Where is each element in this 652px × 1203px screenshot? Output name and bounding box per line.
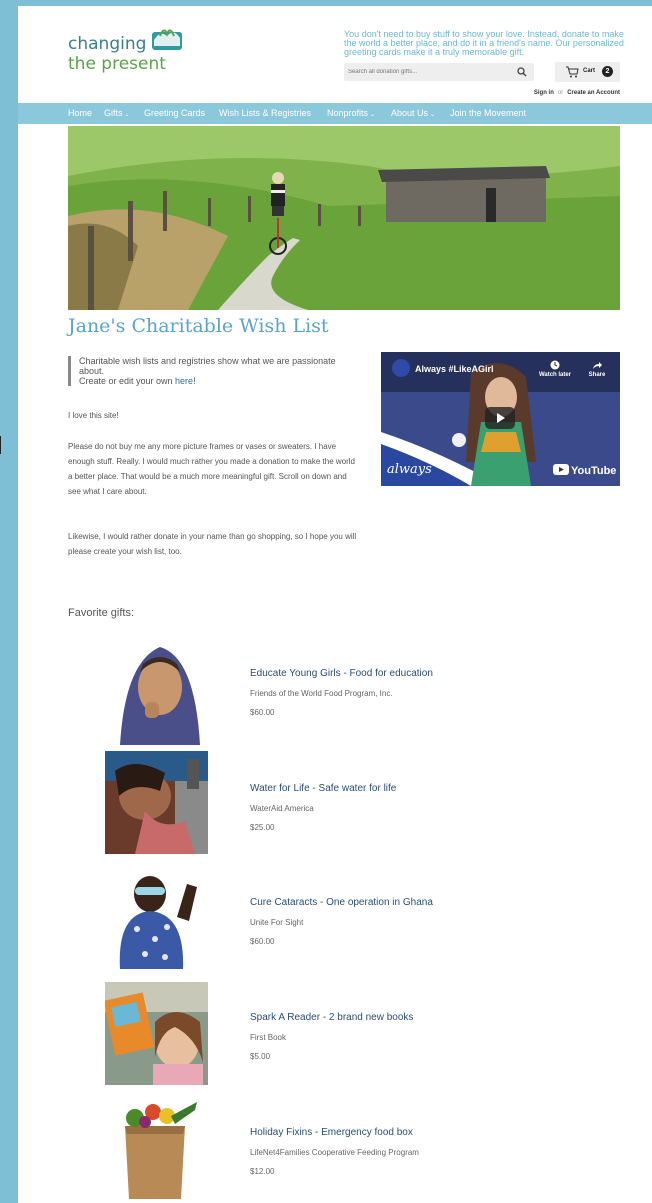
- site-logo[interactable]: changing the present: [68, 26, 198, 78]
- gift-item[interactable]: Holiday Fixins - Emergency food box Life…: [18, 1096, 652, 1201]
- video-title: Always #LikeAGirl: [415, 364, 494, 374]
- gift-org: WaterAid America: [250, 804, 314, 813]
- gift-price: $60.00: [250, 937, 275, 946]
- gift-org: First Book: [250, 1033, 287, 1042]
- intro-quote: Charitable wish lists and registries sho…: [68, 356, 358, 386]
- share-button[interactable]: Share: [579, 360, 615, 378]
- main-nav: Home Gifts ⌄ Greeting Cards Wish Lists & …: [18, 103, 652, 124]
- cart-label: Cart: [583, 68, 596, 74]
- gift-org: Unite For Sight: [250, 918, 304, 927]
- search-input[interactable]: [348, 65, 508, 79]
- gift-price: $12.00: [250, 1167, 275, 1176]
- body-paragraph-3: Likewise, I would rather donate in your …: [68, 532, 357, 556]
- text-cursor: [0, 436, 1, 454]
- account-links: Sign in or Create an Account: [518, 90, 620, 96]
- chevron-down-icon: ⌄: [430, 112, 436, 118]
- page: changing the present You don't need to b…: [18, 6, 652, 1203]
- create-wishlist-link[interactable]: here: [175, 376, 193, 386]
- clock-icon: [550, 360, 560, 370]
- gift-title[interactable]: Water for Life - Safe water for life: [250, 783, 396, 794]
- search-icon[interactable]: [516, 66, 528, 78]
- video-embed[interactable]: Always #LikeAGirl Watch later Share alwa…: [381, 352, 620, 486]
- gift-org: Friends of the World Food Program, Inc.: [250, 689, 393, 698]
- quote-line2: Create or edit your own: [79, 376, 176, 386]
- cart-icon: [566, 66, 579, 78]
- gift-image[interactable]: [105, 642, 208, 745]
- nav-item-wish-lists[interactable]: Wish Lists & Registries: [219, 108, 311, 118]
- gift-price: $25.00: [250, 823, 275, 832]
- gift-title[interactable]: Spark A Reader - 2 brand new books: [250, 1012, 413, 1023]
- gift-item[interactable]: Educate Young Girls - Food for education…: [18, 642, 652, 747]
- cart-count-badge: 2: [602, 66, 613, 77]
- gift-title[interactable]: Educate Young Girls - Food for education: [250, 668, 433, 679]
- gift-image[interactable]: [105, 1096, 208, 1199]
- gift-item[interactable]: Cure Cataracts - One operation in Ghana …: [18, 869, 652, 974]
- nav-item-join-movement[interactable]: Join the Movement: [450, 108, 526, 118]
- gift-image[interactable]: [105, 982, 208, 1085]
- watch-later-button[interactable]: Watch later: [537, 360, 573, 378]
- gift-title[interactable]: Cure Cataracts - One operation in Ghana: [250, 897, 433, 908]
- nav-item-greeting-cards[interactable]: Greeting Cards: [144, 108, 205, 118]
- chevron-down-icon: ⌄: [124, 112, 130, 118]
- youtube-logo[interactable]: YouTube: [553, 464, 616, 477]
- create-account-link[interactable]: Create an Account: [567, 90, 620, 96]
- gift-item[interactable]: Spark A Reader - 2 brand new books First…: [18, 982, 652, 1087]
- brand-watermark: always: [387, 462, 432, 477]
- logo-line2: the present: [68, 54, 166, 74]
- sign-in-link[interactable]: Sign in: [534, 90, 554, 96]
- nav-item-home[interactable]: Home: [68, 108, 92, 118]
- nav-item-gifts[interactable]: Gifts ⌄: [104, 108, 130, 118]
- gift-box-logo-icon: [152, 29, 182, 50]
- gift-image[interactable]: [105, 751, 208, 854]
- gift-price: $60.00: [250, 708, 275, 717]
- cart-button[interactable]: Cart 2: [555, 62, 620, 82]
- gift-image[interactable]: [105, 869, 208, 972]
- nav-item-about-us[interactable]: About Us ⌄: [391, 108, 435, 118]
- share-icon: [593, 362, 602, 369]
- body-paragraph-2: Please do not buy me any more picture fr…: [68, 442, 355, 496]
- tagline: You don't need to buy stuff to show your…: [344, 29, 624, 57]
- nav-item-nonprofits[interactable]: Nonprofits ⌄: [327, 108, 375, 118]
- gift-title[interactable]: Holiday Fixins - Emergency food box: [250, 1127, 413, 1138]
- gift-org: LifeNet4Families Cooperative Feeding Pro…: [250, 1148, 419, 1157]
- favorites-heading: Favorite gifts:: [68, 607, 135, 619]
- body-paragraph-1: I love this site!: [68, 411, 119, 420]
- gift-price: $5.00: [250, 1052, 271, 1061]
- or-text: or: [557, 90, 564, 96]
- youtube-icon: [553, 464, 569, 475]
- search-bar[interactable]: [344, 63, 534, 81]
- hero-image: [68, 126, 620, 310]
- gift-item[interactable]: Water for Life - Safe water for life Wat…: [18, 751, 652, 856]
- chevron-down-icon: ⌄: [370, 112, 376, 118]
- page-title: Jane's Charitable Wish List: [68, 315, 329, 337]
- quote-text: Charitable wish lists and registries sho…: [79, 356, 336, 376]
- play-icon[interactable]: [485, 407, 515, 429]
